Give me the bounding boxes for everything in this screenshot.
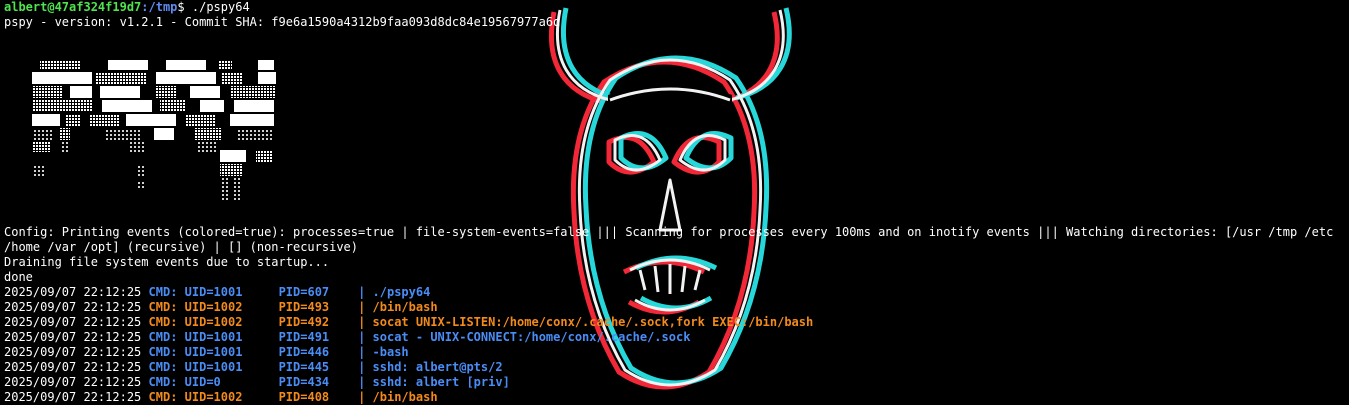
- event-separator: |: [358, 360, 366, 374]
- event-cmd-label: CMD:: [148, 315, 178, 329]
- event-separator: |: [358, 285, 366, 299]
- prompt-symbol: $: [177, 0, 185, 14]
- event-pid: PID=445: [278, 360, 359, 374]
- event-list: 2025/09/07 22:12:25 CMD: UID=1001 PID=60…: [4, 285, 1344, 405]
- event-row: 2025/09/07 22:12:25 CMD: UID=1001 PID=60…: [4, 285, 1344, 300]
- event-uid: UID=1002: [184, 300, 279, 314]
- event-uid: UID=0: [184, 375, 279, 389]
- event-cmd-label: CMD:: [148, 285, 178, 299]
- event-pid: PID=493: [278, 300, 359, 314]
- event-separator: |: [358, 300, 366, 314]
- event-timestamp: 2025/09/07 22:12:25: [4, 300, 142, 314]
- event-row: 2025/09/07 22:12:25 CMD: UID=1002 PID=49…: [4, 315, 1344, 330]
- event-row: 2025/09/07 22:12:25 CMD: UID=1002 PID=40…: [4, 390, 1344, 405]
- event-command: socat UNIX-LISTEN:/home/conx/.cache/.soc…: [372, 315, 814, 329]
- event-uid: UID=1001: [184, 330, 279, 344]
- event-separator: |: [358, 375, 366, 389]
- event-row: 2025/09/07 22:12:25 CMD: UID=1001 PID=44…: [4, 360, 1344, 375]
- event-pid: PID=607: [278, 285, 359, 299]
- event-row: 2025/09/07 22:12:25 CMD: UID=1001 PID=44…: [4, 345, 1344, 360]
- event-timestamp: 2025/09/07 22:12:25: [4, 315, 142, 329]
- event-uid: UID=1002: [184, 315, 279, 329]
- event-pid: PID=492: [278, 315, 359, 329]
- event-pid: PID=434: [278, 375, 359, 389]
- prompt-command: ./pspy64: [184, 0, 250, 14]
- event-row: 2025/09/07 22:12:25 CMD: UID=1002 PID=49…: [4, 300, 1344, 315]
- event-timestamp: 2025/09/07 22:12:25: [4, 375, 142, 389]
- event-command: /bin/bash: [372, 300, 438, 314]
- event-timestamp: 2025/09/07 22:12:25: [4, 330, 142, 344]
- event-row: 2025/09/07 22:12:25 CMD: UID=1001 PID=49…: [4, 330, 1344, 345]
- draining-line: Draining file system events due to start…: [4, 255, 330, 269]
- done-line: done: [4, 270, 33, 284]
- event-command: sshd: albert [priv]: [372, 375, 510, 389]
- prompt-line: albert@47af324f19d7:/tmp$ ./pspy64: [4, 0, 1344, 15]
- event-command: ./pspy64: [372, 285, 431, 299]
- event-uid: UID=1001: [184, 345, 279, 359]
- event-cmd-label: CMD:: [148, 375, 178, 389]
- event-uid: UID=1001: [184, 360, 279, 374]
- terminal[interactable]: albert@47af324f19d7:/tmp$ ./pspy64 pspy …: [4, 0, 1344, 405]
- prompt-path: :/tmp: [141, 0, 178, 14]
- event-cmd-label: CMD:: [148, 360, 178, 374]
- event-cmd-label: CMD:: [148, 330, 178, 344]
- prompt-user-host: albert@47af324f19d7: [4, 0, 142, 14]
- event-command: -bash: [372, 345, 409, 359]
- event-pid: PID=491: [278, 330, 359, 344]
- event-command: socat - UNIX-CONNECT:/home/conx/.cache/.…: [372, 330, 691, 344]
- event-cmd-label: CMD:: [148, 300, 178, 314]
- event-row: 2025/09/07 22:12:25 CMD: UID=0 PID=434 |…: [4, 375, 1344, 390]
- event-timestamp: 2025/09/07 22:12:25: [4, 285, 142, 299]
- version-line: pspy - version: v1.2.1 - Commit SHA: f9e…: [4, 15, 561, 29]
- config-line: Config: Printing events (colored=true): …: [4, 225, 1341, 254]
- event-separator: |: [358, 330, 366, 344]
- event-command: sshd: albert@pts/2: [372, 360, 503, 374]
- event-timestamp: 2025/09/07 22:12:25: [4, 345, 142, 359]
- logo-spacer: [4, 30, 1344, 225]
- event-uid: UID=1001: [184, 285, 279, 299]
- event-separator: |: [358, 315, 366, 329]
- event-cmd-label: CMD:: [148, 345, 178, 359]
- event-pid: PID=446: [278, 345, 359, 359]
- event-timestamp: 2025/09/07 22:12:25: [4, 360, 142, 374]
- event-separator: |: [358, 345, 366, 359]
